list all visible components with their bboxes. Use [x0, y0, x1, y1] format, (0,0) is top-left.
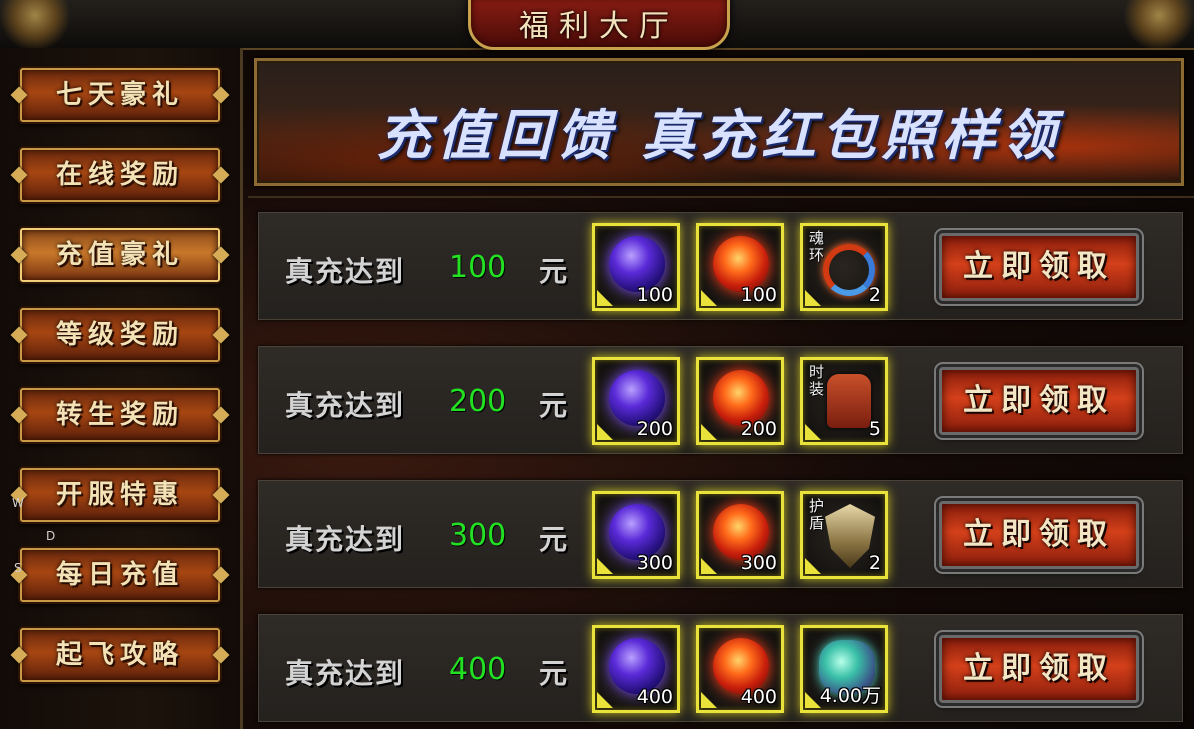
reward-item-slot[interactable]: 4.00万: [800, 625, 888, 713]
row-amount: 400: [449, 652, 507, 687]
row-amount: 200: [449, 384, 507, 419]
sidebar-item-label: 七天豪礼: [55, 80, 184, 110]
item-count: 100: [636, 284, 673, 306]
item-count: 100: [740, 284, 777, 306]
claim-button[interactable]: 立即领取: [939, 233, 1139, 301]
row-amount: 100: [449, 250, 507, 285]
sidebar-item-rebirth-reward[interactable]: 转生奖励: [20, 388, 220, 442]
reward-list: 真充达到 100 元 100 100 魂环 2 立即领取 真充达到 200 元 …: [248, 196, 1194, 729]
claim-button[interactable]: 立即领取: [939, 501, 1139, 569]
row-label: 真充达到: [285, 657, 406, 690]
costume-icon: [827, 374, 871, 428]
sidebar: 七天豪礼 在线奖励 充值豪礼 等级奖励 转生奖励 开服特惠 每日充值 起飞攻略 …: [0, 48, 243, 729]
reward-item-slot[interactable]: 400: [696, 625, 784, 713]
row-label: 真充达到: [285, 389, 406, 422]
debug-letter-d: D: [46, 529, 56, 543]
welfare-hall-window: 福利大厅 七天豪礼 在线奖励 充值豪礼 等级奖励 转生奖励 开服特惠 每日充值 …: [0, 0, 1194, 729]
claim-button-label: 立即领取: [963, 517, 1115, 552]
right-corner-ornament-icon: [1124, 0, 1194, 52]
sidebar-item-label: 在线奖励: [55, 160, 184, 190]
claim-button-label: 立即领取: [963, 249, 1115, 284]
window-title: 福利大厅: [519, 9, 679, 44]
item-count: 400: [740, 686, 777, 708]
reward-row: 真充达到 300 元 300 300 护盾 2 立即领取: [258, 480, 1183, 588]
sidebar-item-level-reward[interactable]: 等级奖励: [20, 308, 220, 362]
row-unit: 元: [539, 389, 568, 422]
item-count: 4.00万: [819, 685, 881, 707]
item-count: 2: [868, 284, 881, 306]
reward-item-slot[interactable]: 200: [592, 357, 680, 445]
item-tag: 时装: [809, 363, 825, 398]
sidebar-item-online-reward[interactable]: 在线奖励: [20, 148, 220, 202]
sidebar-item-seven-day-gift[interactable]: 七天豪礼: [20, 68, 220, 122]
sidebar-item-label: 等级奖励: [55, 320, 184, 350]
reward-item-slot[interactable]: 200: [696, 357, 784, 445]
sidebar-item-label: 起飞攻略: [55, 640, 184, 670]
left-corner-ornament-icon: [0, 0, 70, 52]
sidebar-item-recharge-gift[interactable]: 充值豪礼: [20, 228, 220, 282]
sidebar-item-label: 每日充值: [55, 560, 184, 590]
item-count: 200: [740, 418, 777, 440]
sidebar-item-server-open-deal[interactable]: 开服特惠: [20, 468, 220, 522]
item-count: 200: [636, 418, 673, 440]
sidebar-item-daily-recharge[interactable]: 每日充值: [20, 548, 220, 602]
item-count: 2: [868, 552, 881, 574]
debug-letter-s: S: [14, 561, 22, 575]
sidebar-item-label: 开服特惠: [55, 480, 184, 510]
reward-item-slot[interactable]: 300: [592, 491, 680, 579]
row-unit: 元: [539, 657, 568, 690]
sidebar-item-label: 充值豪礼: [55, 240, 184, 270]
reward-item-slot[interactable]: 时装 5: [800, 357, 888, 445]
row-unit: 元: [539, 523, 568, 556]
claim-button[interactable]: 立即领取: [939, 635, 1139, 703]
reward-item-slot[interactable]: 护盾 2: [800, 491, 888, 579]
debug-letter-w: W: [12, 496, 24, 510]
reward-item-slot[interactable]: 300: [696, 491, 784, 579]
sidebar-item-guide[interactable]: 起飞攻略: [20, 628, 220, 682]
row-unit: 元: [539, 255, 568, 288]
reward-item-slot[interactable]: 400: [592, 625, 680, 713]
ring-icon: [823, 244, 875, 296]
title-plate: 福利大厅: [468, 0, 730, 50]
item-count: 5: [868, 418, 881, 440]
item-count: 300: [636, 552, 673, 574]
reward-row: 真充达到 200 元 200 200 时装 5 立即领取: [258, 346, 1183, 454]
reward-row: 真充达到 100 元 100 100 魂环 2 立即领取: [258, 212, 1183, 320]
reward-row: 真充达到 400 元 400 400 4.00万 立即领取: [258, 614, 1183, 722]
shield-icon: [825, 504, 875, 568]
item-tag: 魂环: [809, 229, 825, 264]
item-count: 300: [740, 552, 777, 574]
reward-item-slot[interactable]: 100: [592, 223, 680, 311]
promo-banner: 充值回馈 真充红包照样领: [254, 58, 1184, 186]
claim-button[interactable]: 立即领取: [939, 367, 1139, 435]
claim-button-label: 立即领取: [963, 383, 1115, 418]
reward-item-slot[interactable]: 100: [696, 223, 784, 311]
row-label: 真充达到: [285, 523, 406, 556]
row-label: 真充达到: [285, 255, 406, 288]
banner-text: 充值回馈 真充红包照样领: [376, 104, 1062, 167]
claim-button-label: 立即领取: [963, 651, 1115, 686]
reward-item-slot[interactable]: 魂环 2: [800, 223, 888, 311]
row-amount: 300: [449, 518, 507, 553]
item-count: 400: [636, 686, 673, 708]
sidebar-item-label: 转生奖励: [55, 400, 184, 430]
top-bar: 福利大厅: [0, 0, 1194, 52]
item-tag: 护盾: [809, 497, 825, 532]
